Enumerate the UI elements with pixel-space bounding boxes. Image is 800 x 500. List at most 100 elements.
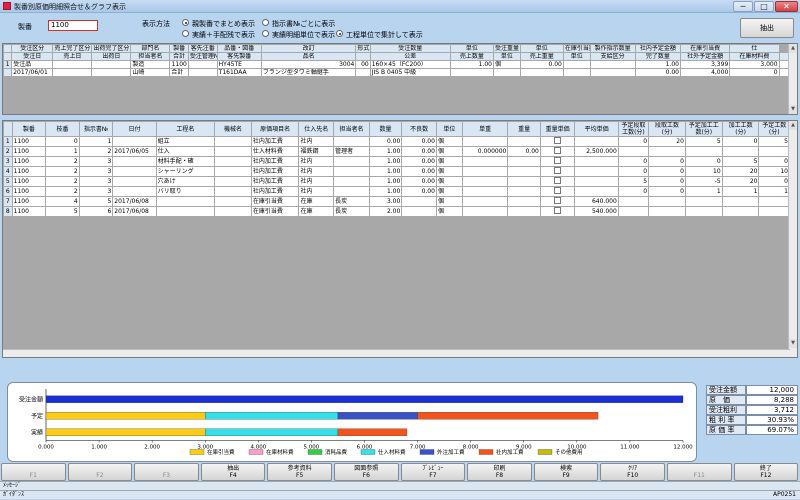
grid-cell[interactable]: 3 [78, 176, 114, 187]
grid-cell[interactable] [112, 166, 157, 177]
grid-cell[interactable]: 1 [721, 186, 760, 197]
grid-cell[interactable]: 1100 [11, 176, 47, 187]
radio-actual-detail[interactable] [262, 30, 269, 37]
grid-cell[interactable]: 1100 [11, 136, 47, 147]
grid-cell[interactable] [684, 206, 723, 217]
grid-cell[interactable]: 0.00 [401, 176, 437, 187]
fkey-f7[interactable]: ﾌﾟﾚﾋﾞｭｰ F7 [400, 463, 466, 481]
grid-cell[interactable]: 在庫 [298, 196, 335, 207]
close-button[interactable]: ✕ [775, 1, 798, 12]
column-header[interactable]: 公差 [369, 52, 451, 61]
grid-cell[interactable]: 0 [729, 68, 780, 77]
grid-cell[interactable]: 5 [721, 156, 760, 167]
grid-cell[interactable] [721, 146, 760, 157]
grid-cell[interactable] [574, 156, 619, 167]
grid-cell[interactable] [562, 68, 591, 77]
grid-cell[interactable]: 個 [435, 166, 463, 177]
grid-cell[interactable]: 0 [617, 186, 650, 197]
column-header[interactable]: 単位 [562, 52, 591, 61]
column-header[interactable]: 工程名 [155, 121, 216, 137]
grid-cell[interactable]: 0.00 [519, 60, 564, 69]
column-header[interactable]: 原価項目名 [250, 121, 300, 137]
grid-cell[interactable] [52, 68, 93, 77]
grid-cell[interactable] [648, 196, 686, 207]
grid-cell[interactable]: 4 [45, 196, 80, 207]
grid-cell[interactable]: 1100 [11, 196, 47, 207]
grid-cell[interactable]: 個 [435, 176, 463, 187]
grid-cell[interactable]: 540.000 [574, 206, 619, 217]
grid-cell[interactable] [112, 186, 157, 197]
column-header[interactable]: 受注管理№ [187, 52, 218, 61]
checkbox-icon[interactable] [554, 137, 562, 144]
grid-cell[interactable] [333, 186, 370, 197]
grid-cell[interactable]: -5 [684, 176, 723, 187]
grid-cell[interactable]: 160×45（FC200） [369, 60, 451, 69]
grid-cell[interactable]: 1.00 [368, 186, 403, 197]
detail-grid-hscroll[interactable] [3, 349, 790, 357]
grid-cell[interactable]: 2 [78, 146, 114, 157]
weight-price-checkbox[interactable] [539, 206, 576, 217]
grid-cell[interactable] [461, 176, 509, 187]
grid-cell[interactable] [187, 68, 218, 77]
radio-process-summary[interactable] [336, 30, 343, 37]
checkbox-icon[interactable] [554, 177, 562, 184]
grid-cell[interactable]: 1.00 [368, 156, 403, 167]
grid-cell[interactable] [214, 186, 252, 197]
grid-cell[interactable]: 0.00 [401, 156, 437, 167]
detail-row[interactable]: 8 1100 5 6 2017/06/08 在庫引当費 在庫 長炭 2.00 個 540.000 [3, 206, 790, 217]
column-header[interactable]: 単位 [519, 44, 564, 53]
grid-cell[interactable]: 社内加工費 [250, 136, 300, 147]
grid-cell[interactable] [355, 68, 371, 77]
radio-parent-seiban[interactable] [182, 19, 189, 26]
grid-cell[interactable] [617, 206, 650, 217]
grid-cell[interactable] [574, 186, 619, 197]
grid-cell[interactable]: 0 [648, 166, 686, 177]
grid-cell[interactable]: 0 [758, 156, 790, 167]
grid-cell[interactable] [155, 206, 216, 217]
grid-cell[interactable]: 0 [45, 136, 80, 147]
grid-cell[interactable] [91, 60, 132, 69]
grid-cell[interactable] [401, 206, 437, 217]
column-header[interactable]: 重量 [507, 121, 541, 137]
column-header[interactable]: 売上数量 [449, 52, 495, 61]
grid-cell[interactable] [507, 136, 541, 147]
column-header[interactable]: 枝番 [45, 121, 80, 137]
grid-cell[interactable]: 個 [493, 60, 521, 69]
grid-cell[interactable]: フランジ型タワミ軸継手 [260, 68, 357, 77]
scroll-down-icon[interactable]: ▼ [789, 105, 797, 114]
maximize-button[interactable]: □ [754, 1, 774, 12]
grid-cell[interactable]: 個 [435, 136, 463, 147]
grid-cell[interactable]: 社内 [298, 166, 335, 177]
detail-row[interactable]: 5 1100 2 3 穴あけ 社内加工費 社内 1.00 0.00 個 5 0 -5 20 0 [3, 176, 790, 187]
grid-cell[interactable] [562, 60, 591, 69]
order-row[interactable]: 1 受注品 製造 1100 HY45TE 3004 00 160×45（FC200） 1.00 個… [3, 60, 791, 69]
grid-cell[interactable]: 640.000 [574, 196, 619, 207]
grid-cell[interactable]: 社内 [298, 186, 335, 197]
grid-cell[interactable]: 0 [648, 176, 686, 187]
grid-cell[interactable]: 個 [435, 196, 463, 207]
column-header[interactable]: 受注日 [11, 52, 54, 61]
weight-price-checkbox[interactable] [539, 196, 576, 207]
grid-cell[interactable]: 1100 [11, 166, 47, 177]
grid-cell[interactable]: 0 [758, 176, 790, 187]
column-header[interactable]: 担当者名 [333, 121, 370, 137]
grid-cell[interactable]: 5 [684, 136, 723, 147]
radio-instruction-no[interactable] [262, 19, 269, 26]
grid-cell[interactable] [461, 136, 509, 147]
detail-row[interactable]: 4 1100 2 3 シャーリング 社内加工費 社内 1.00 0.00 個 0 0 10 20 10 [3, 166, 790, 177]
grid-cell[interactable] [214, 146, 252, 157]
grid-cell[interactable]: 3 [78, 166, 114, 177]
grid-cell[interactable]: 受注品 [11, 60, 54, 69]
checkbox-icon[interactable] [554, 207, 562, 214]
column-header[interactable]: 予定工数(分) [758, 121, 790, 137]
grid-cell[interactable]: 0 [721, 136, 760, 147]
grid-cell[interactable]: バリ取り [155, 186, 216, 197]
column-header[interactable]: 製番 [169, 44, 189, 53]
scroll-up-icon[interactable]: ▲ [789, 121, 797, 130]
grid-cell[interactable] [507, 196, 541, 207]
fkey-f6[interactable]: 図面参照 F6 [334, 463, 399, 481]
grid-cell[interactable]: 長炭 [333, 206, 370, 217]
column-header[interactable]: 指示書№ [78, 121, 114, 137]
column-header[interactable]: 売上完了区分 [52, 44, 93, 53]
column-header[interactable]: 品名 [260, 52, 357, 61]
